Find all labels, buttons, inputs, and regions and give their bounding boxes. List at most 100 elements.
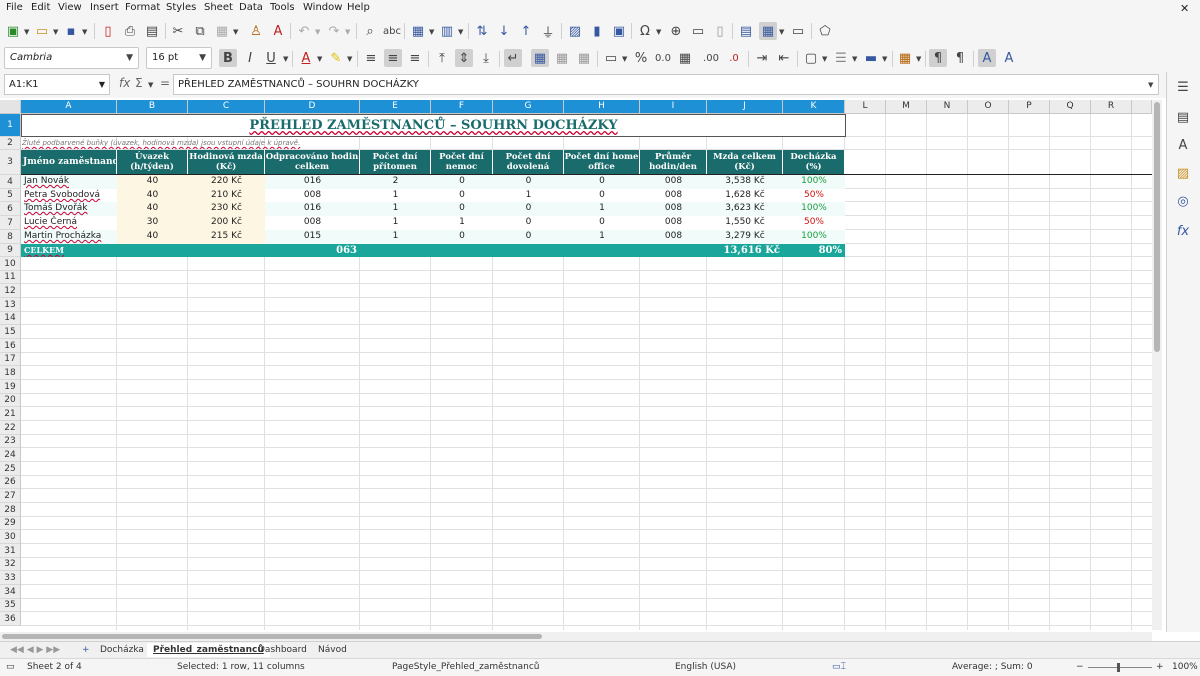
cell-total-wage[interactable]: 3,279 Kč <box>707 230 783 244</box>
hyperlink-icon[interactable]: ⊕ <box>667 22 685 40</box>
row-header-2[interactable]: 2 <box>0 137 21 150</box>
column-dropdown-icon[interactable]: ▼ <box>458 28 463 36</box>
note-text[interactable]: Žluté podbarvené buňky (úvazek, hodinová… <box>22 138 422 149</box>
cell-days-vacation[interactable]: 0 <box>493 216 564 230</box>
open-folder-icon[interactable]: ▭ <box>33 22 51 40</box>
header-avg-hours[interactable]: Průměr hodin/den <box>640 150 707 174</box>
properties-icon[interactable]: ▤ <box>1174 108 1192 126</box>
cell-attendance[interactable]: 100% <box>783 175 845 189</box>
cell-name[interactable]: Lucie Černá <box>21 216 117 230</box>
cell-attendance[interactable]: 50% <box>783 189 845 202</box>
row-header-17[interactable]: 17 <box>0 353 21 366</box>
column-header-b[interactable]: B <box>117 100 188 114</box>
underline-dropdown-icon[interactable]: ▼ <box>283 55 288 63</box>
cell-hourly-wage[interactable]: 210 Kč <box>188 189 265 202</box>
row-icon[interactable]: ▦ <box>409 22 427 40</box>
menu-edit[interactable]: Edit <box>31 2 50 13</box>
cell-hours-worked[interactable]: 016 <box>265 175 360 189</box>
cell-days-present[interactable]: 1 <box>360 202 431 216</box>
pivot-table-icon[interactable]: ▣ <box>610 22 628 40</box>
find-replace-icon[interactable]: ⌕ <box>361 22 379 40</box>
special-character-icon[interactable]: Ω <box>636 22 654 40</box>
horizontal-scroll-thumb[interactable] <box>2 634 542 639</box>
percent-format-icon[interactable]: % <box>632 49 650 67</box>
vertical-scroll-thumb[interactable] <box>1154 102 1160 352</box>
menu-data[interactable]: Data <box>239 2 263 13</box>
row-header-25[interactable]: 25 <box>0 462 21 476</box>
formula-icon[interactable]: = <box>160 76 170 90</box>
new-document-icon[interactable]: ▣ <box>4 22 22 40</box>
freeze-dropdown-icon[interactable]: ▼ <box>779 28 784 36</box>
border-style-icon[interactable]: ☰ <box>832 49 850 67</box>
cell-workload[interactable]: 30 <box>117 216 188 230</box>
cell-days-home-office[interactable]: 0 <box>564 175 640 189</box>
cell-days-sick[interactable]: 1 <box>431 216 493 230</box>
total-label[interactable]: CELKEM <box>21 244 117 257</box>
headers-footers-icon[interactable]: ▯ <box>711 22 729 40</box>
row-header-31[interactable]: 31 <box>0 544 21 558</box>
row-header-9[interactable]: 9 <box>0 244 21 257</box>
autofilter-icon[interactable]: ⏚ <box>539 22 557 41</box>
row-header-35[interactable]: 35 <box>0 599 21 612</box>
cell-avg-hours[interactable]: 008 <box>640 175 707 189</box>
text-vertical-icon[interactable]: A <box>1000 49 1018 67</box>
header-days-present[interactable]: Počet dní přítomen <box>360 150 431 174</box>
row-header-32[interactable]: 32 <box>0 558 21 571</box>
cut-icon[interactable]: ✂ <box>169 22 187 40</box>
column-header-n[interactable]: N <box>927 100 968 114</box>
cell-hourly-wage[interactable]: 220 Kč <box>188 175 265 189</box>
cell-days-sick[interactable]: 0 <box>431 202 493 216</box>
column-header-m[interactable]: M <box>886 100 927 114</box>
close-document-icon[interactable]: ✕ <box>1180 2 1189 15</box>
row-header-36[interactable]: 36 <box>0 612 21 626</box>
cell-hourly-wage[interactable]: 215 Kč <box>188 230 265 244</box>
function-wizard-icon[interactable]: fx <box>119 76 130 90</box>
tab-dashboard[interactable]: Dashboard <box>252 643 313 657</box>
row-header-5[interactable]: 5 <box>0 189 21 202</box>
header-total-wage[interactable]: Mzda celkem (Kč) <box>707 150 783 174</box>
spelling-icon[interactable]: abc <box>383 22 401 40</box>
cell-hourly-wage[interactable]: 230 Kč <box>188 202 265 216</box>
menu-sheet[interactable]: Sheet <box>204 2 233 13</box>
cell-hours-worked[interactable]: 008 <box>265 216 360 230</box>
bold-icon[interactable]: B <box>219 49 237 67</box>
cell-days-present[interactable]: 1 <box>360 230 431 244</box>
row-header-30[interactable]: 30 <box>0 530 21 544</box>
font-color-icon[interactable]: A <box>297 49 315 67</box>
row-header-23[interactable]: 23 <box>0 435 21 448</box>
cell-workload[interactable]: 40 <box>117 175 188 189</box>
cell-attendance[interactable]: 50% <box>783 216 845 230</box>
save-icon[interactable]: ▪ <box>62 22 80 40</box>
undo-dropdown-icon[interactable]: ▼ <box>315 28 320 36</box>
menu-window[interactable]: Window <box>303 2 342 13</box>
border-style-dropdown-icon[interactable]: ▼ <box>852 55 857 63</box>
total-wage[interactable]: 13,616 Kč <box>707 244 783 257</box>
cell-name[interactable]: Tomáš Dvořák <box>21 202 117 216</box>
sheet-title[interactable]: PŘEHLED ZAMĚSTNANCŮ – SOUHRN DOCHÁZKY <box>21 114 846 137</box>
cell-workload[interactable]: 40 <box>117 230 188 244</box>
wrap-text-icon[interactable]: ↵ <box>504 49 522 67</box>
redo-icon[interactable]: ↷ <box>325 22 343 40</box>
header-workload[interactable]: Úvazek (h/týden) <box>117 150 188 174</box>
cell-days-sick[interactable]: 0 <box>431 175 493 189</box>
column-header-s[interactable] <box>1132 100 1152 114</box>
name-box-dropdown-icon[interactable]: ▼ <box>99 75 105 94</box>
font-size-dropdown-icon[interactable]: ▼ <box>199 48 206 68</box>
row-header-28[interactable]: 28 <box>0 503 21 517</box>
cell-days-vacation[interactable]: 1 <box>493 189 564 202</box>
cell-attendance[interactable]: 100% <box>783 230 845 244</box>
row-header-8[interactable]: 8 <box>0 230 21 244</box>
header-days-home-office[interactable]: Počet dní home office <box>564 150 640 174</box>
insert-image-icon[interactable]: ▨ <box>566 22 584 40</box>
cell-hourly-wage[interactable]: 200 Kč <box>188 216 265 230</box>
italic-icon[interactable]: I <box>241 49 259 67</box>
borders-dropdown-icon[interactable]: ▼ <box>822 55 827 63</box>
cell-name[interactable]: Petra Svobodová <box>21 189 117 202</box>
menu-help[interactable]: Help <box>347 2 370 13</box>
cell-days-home-office[interactable]: 1 <box>564 202 640 216</box>
column-header-r[interactable]: R <box>1091 100 1132 114</box>
tab-nav-arrows-icon[interactable]: ◀◀ ◀ ▶ ▶▶ <box>4 643 66 657</box>
special-character-dropdown-icon[interactable]: ▼ <box>656 28 661 36</box>
cell-days-present[interactable]: 1 <box>360 216 431 230</box>
column-header-h[interactable]: H <box>564 100 640 114</box>
